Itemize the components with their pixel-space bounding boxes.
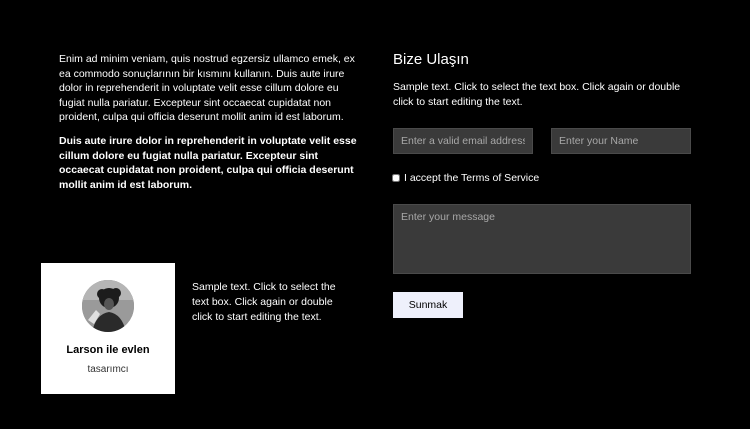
person-title: tasarımcı [87, 364, 129, 375]
terms-row[interactable]: I accept the Terms of Service [392, 172, 539, 184]
about-paragraph: Enim ad minim veniam, quis nostrud egzer… [59, 53, 355, 124]
contact-heading: Bize Ulaşın [393, 51, 469, 68]
person-photo-icon [82, 280, 134, 332]
name-field[interactable] [551, 128, 691, 154]
person-name: Larson ile evlen [66, 344, 150, 356]
email-field[interactable] [393, 128, 533, 154]
about-section: Enim ad minim veniam, quis nostrud egzer… [59, 52, 359, 192]
terms-label: I accept the Terms of Service [404, 172, 540, 184]
profile-side-text: Sample text. Click to select the text bo… [192, 281, 336, 323]
profile-card: Larson ile evlen tasarımcı [41, 263, 175, 394]
submit-button[interactable]: Sunmak [393, 292, 463, 318]
about-bold-paragraph: Duis aute irure dolor in reprehenderit i… [59, 134, 357, 191]
contact-description: Sample text. Click to select the text bo… [393, 81, 681, 108]
avatar [82, 280, 134, 332]
terms-checkbox[interactable] [392, 174, 400, 182]
message-field[interactable] [393, 204, 691, 274]
